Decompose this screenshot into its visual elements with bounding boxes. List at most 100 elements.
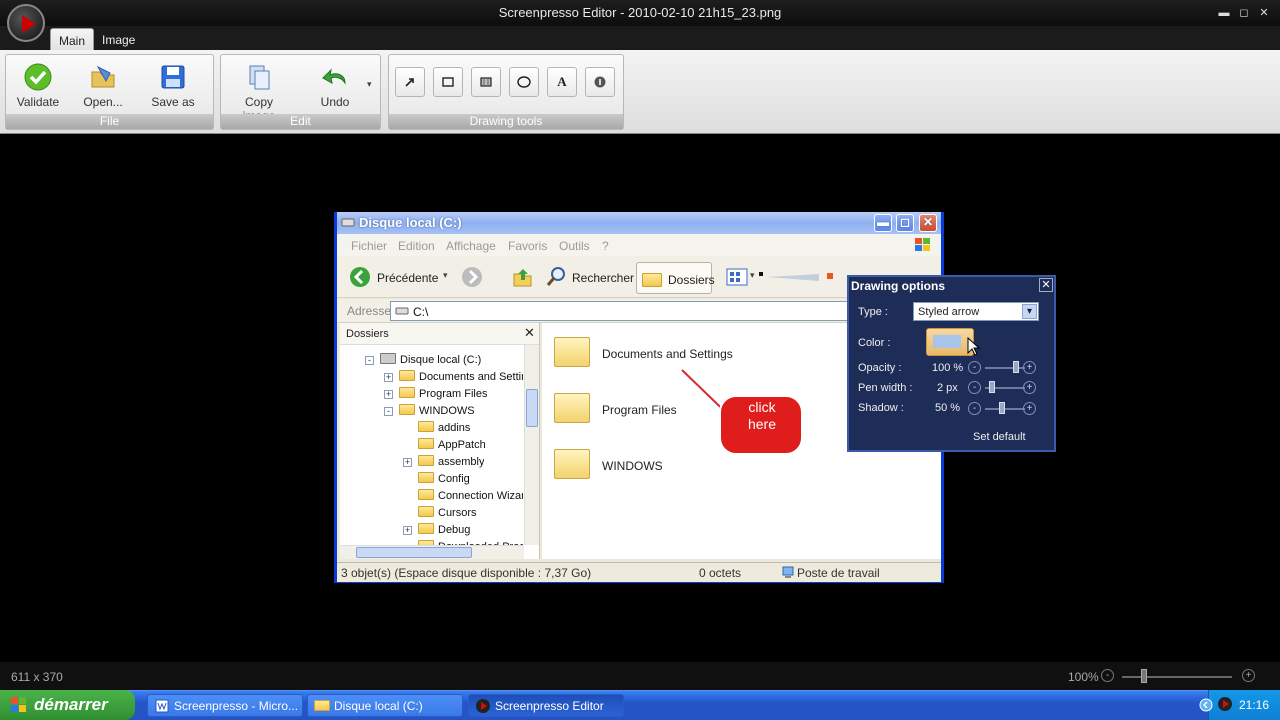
tree-hscroll-thumb[interactable]	[356, 547, 472, 558]
folder-icon[interactable]	[554, 449, 590, 479]
back-button[interactable]: Précédente	[377, 271, 438, 285]
callout-text: click here	[747, 399, 777, 432]
back-arrow-icon[interactable]	[349, 266, 371, 288]
tree-item[interactable]: Program Files	[399, 387, 487, 400]
zoom-slider[interactable]	[1122, 676, 1232, 678]
tree-collapse-icon[interactable]: -	[384, 407, 393, 416]
set-default-link[interactable]: Set default	[973, 431, 1026, 443]
opacity-slider[interactable]	[985, 367, 1025, 369]
tab-image[interactable]: Image	[94, 28, 143, 50]
menu-edition[interactable]: Edition	[398, 239, 435, 253]
taskbar-item-disque-local[interactable]: Disque local (C:)	[307, 694, 463, 717]
zoom-slider-thumb[interactable]	[1141, 669, 1147, 683]
tree-item-label: addins	[438, 422, 471, 434]
tree-item[interactable]: addins	[418, 421, 470, 434]
type-select[interactable]: Styled arrow ▾	[913, 302, 1039, 321]
folder-up-icon[interactable]	[511, 266, 533, 288]
shadow-decrease-button[interactable]: -	[968, 402, 981, 415]
chevron-down-icon[interactable]: ▾	[1022, 304, 1037, 319]
pen-width-decrease-button[interactable]: -	[968, 381, 981, 394]
tree-item[interactable]: WINDOWS	[399, 404, 475, 417]
rectangle-tool[interactable]	[433, 67, 463, 97]
folders-button[interactable]: Dossiers	[636, 262, 715, 294]
tree-item[interactable]: Documents and Settir	[399, 370, 523, 383]
start-button[interactable]: démarrer	[0, 690, 135, 720]
explorer-close-button[interactable]: ✕	[919, 214, 937, 232]
folder-icon[interactable]	[554, 337, 590, 367]
address-label: Adresse	[347, 304, 392, 318]
shadow-increase-button[interactable]: +	[1023, 402, 1036, 415]
tree-scroll-thumb[interactable]	[526, 389, 538, 427]
shadow-slider[interactable]	[985, 408, 1025, 410]
maximize-button[interactable]: ◻	[1237, 6, 1251, 20]
pen-width-slider-thumb[interactable]	[989, 381, 995, 393]
tree-item[interactable]: Cursors	[418, 506, 477, 519]
open-button[interactable]: Open...	[73, 61, 133, 111]
opacity-decrease-button[interactable]: -	[968, 361, 981, 374]
tree-expand-icon[interactable]: +	[403, 458, 412, 467]
tree-vertical-scrollbar[interactable]	[524, 345, 539, 545]
screenpresso-tray-icon[interactable]	[1217, 696, 1233, 712]
folder-icon	[399, 387, 415, 398]
save-as-button[interactable]: Save as	[143, 61, 203, 111]
blur-tool[interactable]	[471, 67, 501, 97]
tree-item-label: Connection Wizar	[438, 490, 523, 502]
folder-item-label[interactable]: Program Files	[602, 403, 677, 417]
menu-affichage[interactable]: Affichage	[446, 239, 496, 253]
menu-fichier[interactable]: Fichier	[351, 239, 387, 253]
shadow-slider-thumb[interactable]	[999, 402, 1005, 414]
tree-item[interactable]: assembly	[418, 455, 484, 468]
blur-icon	[480, 77, 492, 87]
tree-expand-icon[interactable]: +	[403, 526, 412, 535]
back-dropdown-icon[interactable]: ▾	[443, 270, 448, 281]
ellipse-tool[interactable]	[509, 67, 539, 97]
copy-image-button[interactable]: Copy image	[229, 61, 289, 123]
taskbar-item-screenpresso-editor[interactable]: Screenpresso Editor	[468, 694, 624, 717]
counter-tool[interactable]	[585, 67, 615, 97]
tree-horizontal-scrollbar[interactable]	[340, 545, 524, 559]
tree-collapse-icon[interactable]: -	[365, 356, 374, 365]
validate-button[interactable]: Validate	[8, 61, 68, 111]
search-icon[interactable]	[545, 266, 567, 288]
views-dropdown-icon[interactable]: ▾	[750, 270, 755, 281]
tray-expand-icon[interactable]	[1199, 697, 1213, 713]
undo-dropdown-icon[interactable]: ▾	[367, 79, 372, 90]
shadow-value: 50 %	[935, 402, 961, 414]
tree-pane-close-icon[interactable]: ✕	[524, 325, 535, 341]
views-icon[interactable]	[726, 268, 748, 286]
pen-width-increase-button[interactable]: +	[1023, 381, 1036, 394]
tree-item[interactable]: Debug	[418, 523, 470, 536]
undo-button[interactable]: Undo	[305, 61, 365, 111]
explorer-maximize-button[interactable]: ◻	[896, 214, 914, 232]
zoom-out-button[interactable]: -	[1101, 669, 1114, 682]
tree-item[interactable]: Connection Wizar	[418, 489, 523, 502]
menu-help[interactable]: ?	[602, 239, 609, 253]
explorer-minimize-button[interactable]: ▬	[874, 214, 892, 232]
tree-expand-icon[interactable]: +	[384, 373, 393, 382]
menu-outils[interactable]: Outils	[559, 239, 590, 253]
tree-item[interactable]: Config	[418, 472, 470, 485]
arrow-tool[interactable]	[395, 67, 425, 97]
close-button[interactable]: ✕	[1257, 6, 1271, 20]
menu-favoris[interactable]: Favoris	[508, 239, 547, 253]
tree-item-label: Disque local (C:)	[400, 354, 482, 366]
tree-item[interactable]: Disque local (C:)	[380, 353, 481, 366]
clock: 21:16	[1239, 698, 1270, 712]
taskbar-item-screenpresso-word[interactable]: Screenpresso - Micro...	[147, 694, 303, 717]
folder-icon[interactable]	[554, 393, 590, 423]
tree-expand-icon[interactable]: +	[384, 390, 393, 399]
forward-arrow-icon[interactable]	[461, 266, 483, 288]
opacity-slider-thumb[interactable]	[1013, 361, 1019, 373]
folder-item-label[interactable]: Documents and Settings	[602, 347, 733, 361]
text-tool[interactable]: A	[547, 67, 577, 97]
opacity-increase-button[interactable]: +	[1023, 361, 1036, 374]
window-title: Screenpresso Editor - 2010-02-10 21h15_2…	[498, 5, 782, 20]
app-logo-icon[interactable]	[7, 4, 45, 42]
search-button[interactable]: Rechercher	[572, 271, 634, 285]
tab-main[interactable]: Main	[50, 28, 95, 50]
minimize-button[interactable]: ▬	[1217, 6, 1231, 20]
drawing-options-close-icon[interactable]: ✕	[1039, 278, 1053, 292]
folder-item-label[interactable]: WINDOWS	[602, 459, 663, 473]
zoom-in-button[interactable]: +	[1242, 669, 1255, 682]
tree-item[interactable]: AppPatch	[418, 438, 486, 451]
